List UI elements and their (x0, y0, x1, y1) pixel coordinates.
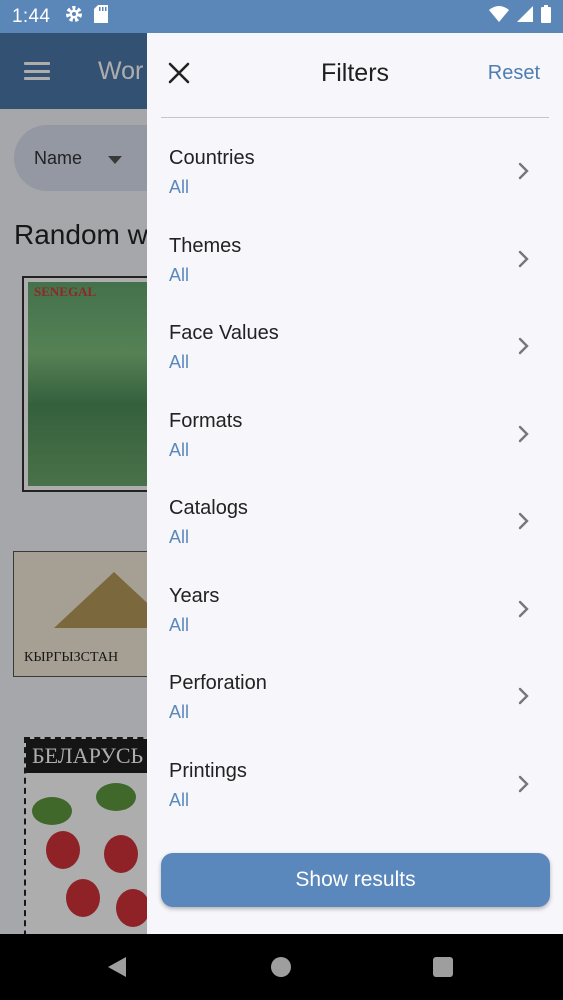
filter-label: Face Values (169, 322, 279, 344)
chevron-right-icon (518, 250, 529, 267)
filters-header: Filters Reset (147, 33, 563, 117)
filter-value: All (169, 439, 190, 460)
signal-icon (517, 6, 533, 27)
sd-card-icon (94, 5, 109, 28)
show-results-button[interactable]: Show results (161, 853, 550, 907)
battery-icon (541, 5, 551, 28)
recent-apps-icon[interactable] (433, 957, 453, 977)
system-nav-bar (0, 934, 563, 1000)
filter-label: Perforation (169, 672, 267, 694)
wifi-icon (489, 6, 509, 27)
filter-value: All (169, 527, 190, 547)
filter-item-formats[interactable]: Formats All (147, 381, 563, 469)
back-icon[interactable] (106, 955, 128, 979)
reset-button[interactable]: Reset (488, 62, 540, 85)
filter-label: Catalogs (169, 497, 248, 519)
chevron-right-icon (518, 337, 529, 355)
filter-label: Printings (169, 759, 247, 782)
filter-value: All (169, 177, 190, 197)
filter-value: All (169, 702, 190, 722)
chevron-right-icon (518, 162, 529, 180)
filter-label: Themes (169, 234, 242, 257)
chevron-right-icon (518, 775, 529, 792)
filter-value: All (169, 789, 190, 810)
filters-panel: Filters Reset Countries All Themes All F… (147, 33, 563, 934)
status-bar: 1:44 (0, 0, 563, 33)
filter-item-countries[interactable]: Countries All (147, 118, 563, 206)
filter-label: Formats (169, 409, 243, 432)
filter-item-face-values[interactable]: Face Values All (147, 293, 563, 381)
chevron-right-icon (518, 687, 529, 705)
chevron-right-icon (518, 425, 529, 442)
filter-item-catalogs[interactable]: Catalogs All (147, 468, 563, 556)
filter-value: All (169, 352, 190, 372)
filter-value: All (169, 264, 190, 285)
filter-item-printings[interactable]: Printings All (147, 731, 563, 819)
filter-item-perforation[interactable]: Perforation All (147, 643, 563, 731)
chevron-right-icon (518, 600, 529, 617)
filter-item-years[interactable]: Years All (147, 556, 563, 644)
filter-value: All (169, 614, 190, 635)
home-icon[interactable] (271, 957, 291, 977)
filter-list: Countries All Themes All Face Values All… (147, 118, 563, 818)
settings-icon (64, 4, 84, 29)
filter-item-themes[interactable]: Themes All (147, 206, 563, 294)
status-time: 1:44 (12, 5, 51, 27)
filter-label: Countries (169, 147, 255, 169)
chevron-right-icon (518, 512, 529, 530)
filter-label: Years (169, 584, 220, 607)
